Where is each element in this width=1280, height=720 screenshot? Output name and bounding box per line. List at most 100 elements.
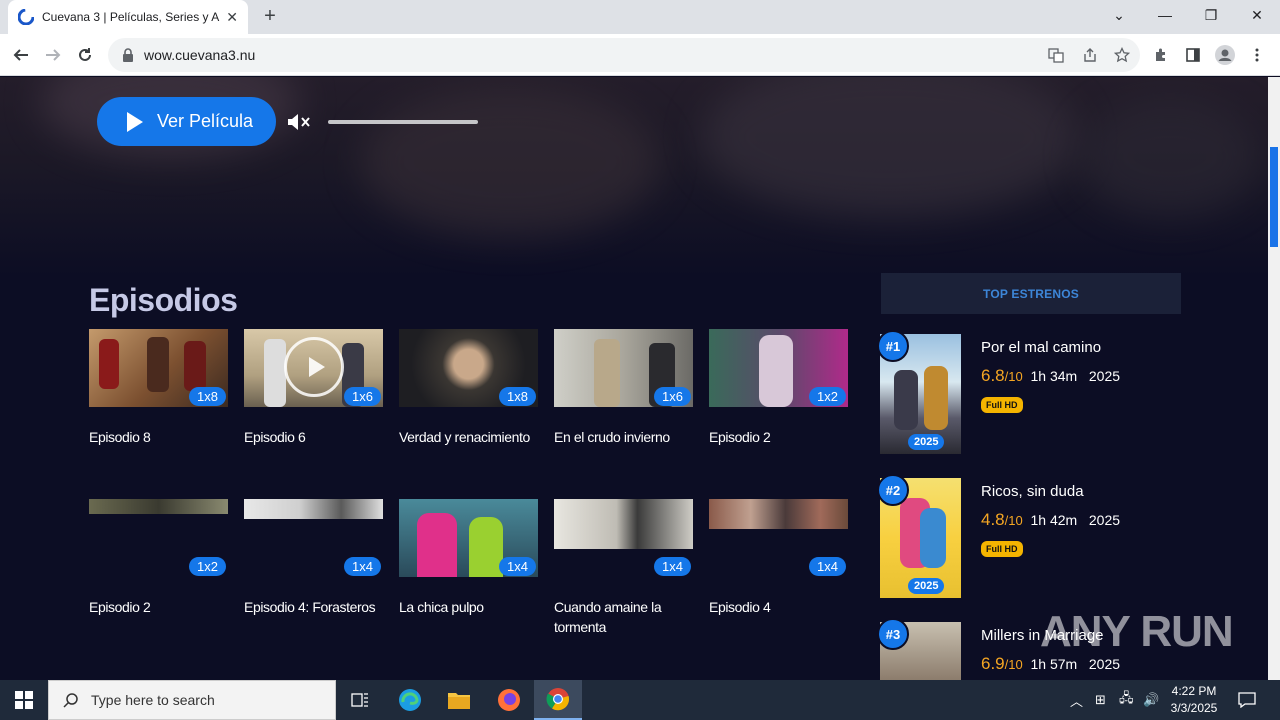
search-icon [63, 693, 78, 708]
movie-year: 2025 [1088, 512, 1121, 528]
episode-card[interactable]: 1x2 Episodio 2 [709, 329, 848, 447]
watch-movie-label: Ver Película [157, 111, 254, 131]
extensions-icon[interactable] [1146, 40, 1176, 70]
movie-title[interactable]: Ricos, sin duda [981, 483, 1084, 500]
scrollbar-thumb[interactable] [1270, 147, 1278, 247]
chrome-taskbar-icon[interactable] [534, 680, 582, 720]
file-explorer-icon[interactable] [435, 680, 483, 720]
episode-card[interactable]: 1x4 La chica pulpo [399, 499, 538, 617]
episode-thumbnail: 1x4 [709, 499, 848, 577]
play-circle-icon[interactable] [284, 337, 344, 397]
episode-card[interactable]: 1x6 Episodio 6 [244, 329, 383, 447]
profile-avatar-icon[interactable] [1210, 40, 1240, 70]
tab-title: Cuevana 3 | Películas, Series y Ar [42, 10, 221, 24]
poster-year-badge: 2025 [908, 578, 945, 594]
movie-meta: 6.8/10 1h 34m 2025 [981, 366, 1120, 386]
episode-title: Episodio 4: Forasteros [244, 599, 376, 615]
chrome-menu-icon[interactable] [1242, 40, 1272, 70]
movie-score: 4.8 [981, 510, 1005, 529]
reload-button[interactable] [70, 40, 100, 70]
top-releases-header: TOP ESTRENOS [881, 273, 1181, 314]
score-denominator: /10 [1004, 369, 1023, 384]
network-device-icon[interactable]: ⊞ [1095, 680, 1106, 720]
clock-date: 3/3/2025 [1170, 701, 1218, 715]
play-icon [127, 111, 143, 132]
episode-title: Cuando amaine la tormenta [554, 599, 662, 635]
episode-thumbnail: 1x6 [554, 329, 693, 407]
episode-badge: 1x4 [344, 557, 381, 576]
movie-duration: 1h 42m [1030, 512, 1078, 528]
back-button[interactable] [6, 40, 36, 70]
translate-icon[interactable] [1048, 38, 1064, 72]
browser-toolbar: wow.cuevana3.nu [0, 34, 1280, 76]
volume-slider[interactable] [328, 120, 478, 124]
volume-icon[interactable]: 🔊 [1143, 680, 1159, 720]
firefox-icon[interactable] [485, 680, 533, 720]
browser-tab[interactable]: Cuevana 3 | Películas, Series y Ar ✕ [8, 0, 248, 34]
page-scrollbar[interactable] [1268, 77, 1280, 680]
movie-title[interactable]: Por el mal camino [981, 339, 1101, 356]
side-panel-icon[interactable] [1178, 40, 1208, 70]
poster-year-badge: 2025 [908, 434, 945, 450]
taskbar-clock[interactable]: 4:22 PM 3/3/2025 [1166, 683, 1222, 717]
episode-thumbnail: 1x4 [244, 499, 383, 577]
lock-icon [123, 48, 133, 62]
taskbar-search-box[interactable]: Type here to search [48, 680, 336, 720]
page-content: Ver Película Episodios 1x8 Episodio 8 1x… [0, 77, 1268, 680]
episode-title: Episodio 8 [89, 429, 151, 445]
score-denominator: /10 [1004, 657, 1023, 672]
episode-badge: 1x6 [344, 387, 381, 406]
new-tab-button[interactable]: + [258, 5, 282, 29]
windows-taskbar: Type here to search ︿ ⊞ 🖧 🔊 4:22 PM 3/3/… [0, 680, 1280, 720]
movie-meta: 6.9/10 1h 57m 2025 [981, 654, 1120, 674]
share-icon[interactable] [1082, 38, 1098, 72]
top-release-item[interactable]: 2025 #2 Ricos, sin duda 4.8/10 1h 42m 20… [877, 474, 1200, 603]
bookmark-star-icon[interactable] [1114, 38, 1130, 72]
edge-icon[interactable] [386, 680, 434, 720]
tab-strip: Cuevana 3 | Películas, Series y Ar ✕ + ⌄… [0, 0, 1280, 34]
episode-title: Verdad y renacimiento [399, 429, 530, 445]
restore-button[interactable]: ❐ [1188, 0, 1234, 30]
episode-title: Episodio 4 [709, 599, 771, 615]
show-hidden-icons-icon[interactable]: ︿ [1070, 680, 1083, 720]
reload-icon [79, 48, 91, 61]
forward-button[interactable] [38, 40, 68, 70]
episode-badge: 1x6 [654, 387, 691, 406]
rank-badge: #2 [877, 474, 909, 506]
close-window-button[interactable]: ✕ [1234, 0, 1280, 30]
top-release-item[interactable]: 2025 #1 Por el mal camino 6.8/10 1h 34m … [877, 330, 1200, 459]
mute-icon[interactable] [287, 112, 313, 132]
episode-card[interactable]: 1x4 Episodio 4: Forasteros [244, 499, 383, 617]
start-button[interactable] [0, 680, 48, 720]
watch-movie-button[interactable]: Ver Película [97, 97, 276, 146]
episode-title: La chica pulpo [399, 599, 484, 615]
close-tab-icon[interactable]: ✕ [226, 9, 238, 26]
episode-card[interactable]: 1x8 Verdad y renacimiento [399, 329, 538, 447]
quality-badge: Full HD [981, 397, 1023, 413]
episode-card[interactable]: 1x4 Cuando amaine la tormenta [554, 499, 693, 637]
notifications-icon[interactable] [1238, 680, 1256, 720]
movie-duration: 1h 34m [1030, 368, 1078, 384]
address-bar[interactable]: wow.cuevana3.nu [108, 38, 1140, 72]
movie-duration: 1h 57m [1030, 656, 1078, 672]
rank-badge: #1 [877, 330, 909, 362]
forward-arrow-icon [46, 49, 61, 61]
episode-card[interactable]: 1x8 Episodio 8 [89, 329, 228, 447]
episode-card[interactable]: 1x4 Episodio 4 [709, 499, 848, 617]
minimize-button[interactable]: — [1142, 0, 1188, 30]
score-denominator: /10 [1004, 513, 1023, 528]
episode-badge: 1x2 [189, 557, 226, 576]
episode-card[interactable]: 1x6 En el crudo invierno [554, 329, 693, 447]
tab-search-chevron-icon[interactable]: ⌄ [1096, 0, 1142, 30]
movie-meta: 4.8/10 1h 42m 2025 [981, 510, 1120, 530]
episode-title: En el crudo invierno [554, 429, 670, 445]
network-icon[interactable]: 🖧 [1119, 680, 1134, 720]
episode-thumbnail: 1x2 [709, 329, 848, 407]
episode-title: Episodio 6 [244, 429, 306, 445]
episode-badge: 1x4 [654, 557, 691, 576]
movie-year: 2025 [1088, 656, 1121, 672]
episode-thumbnail: 1x8 [399, 329, 538, 407]
episode-card[interactable]: 1x2 Episodio 2 [89, 499, 228, 617]
windows-logo-icon [15, 691, 33, 709]
task-view-icon[interactable] [336, 680, 384, 720]
